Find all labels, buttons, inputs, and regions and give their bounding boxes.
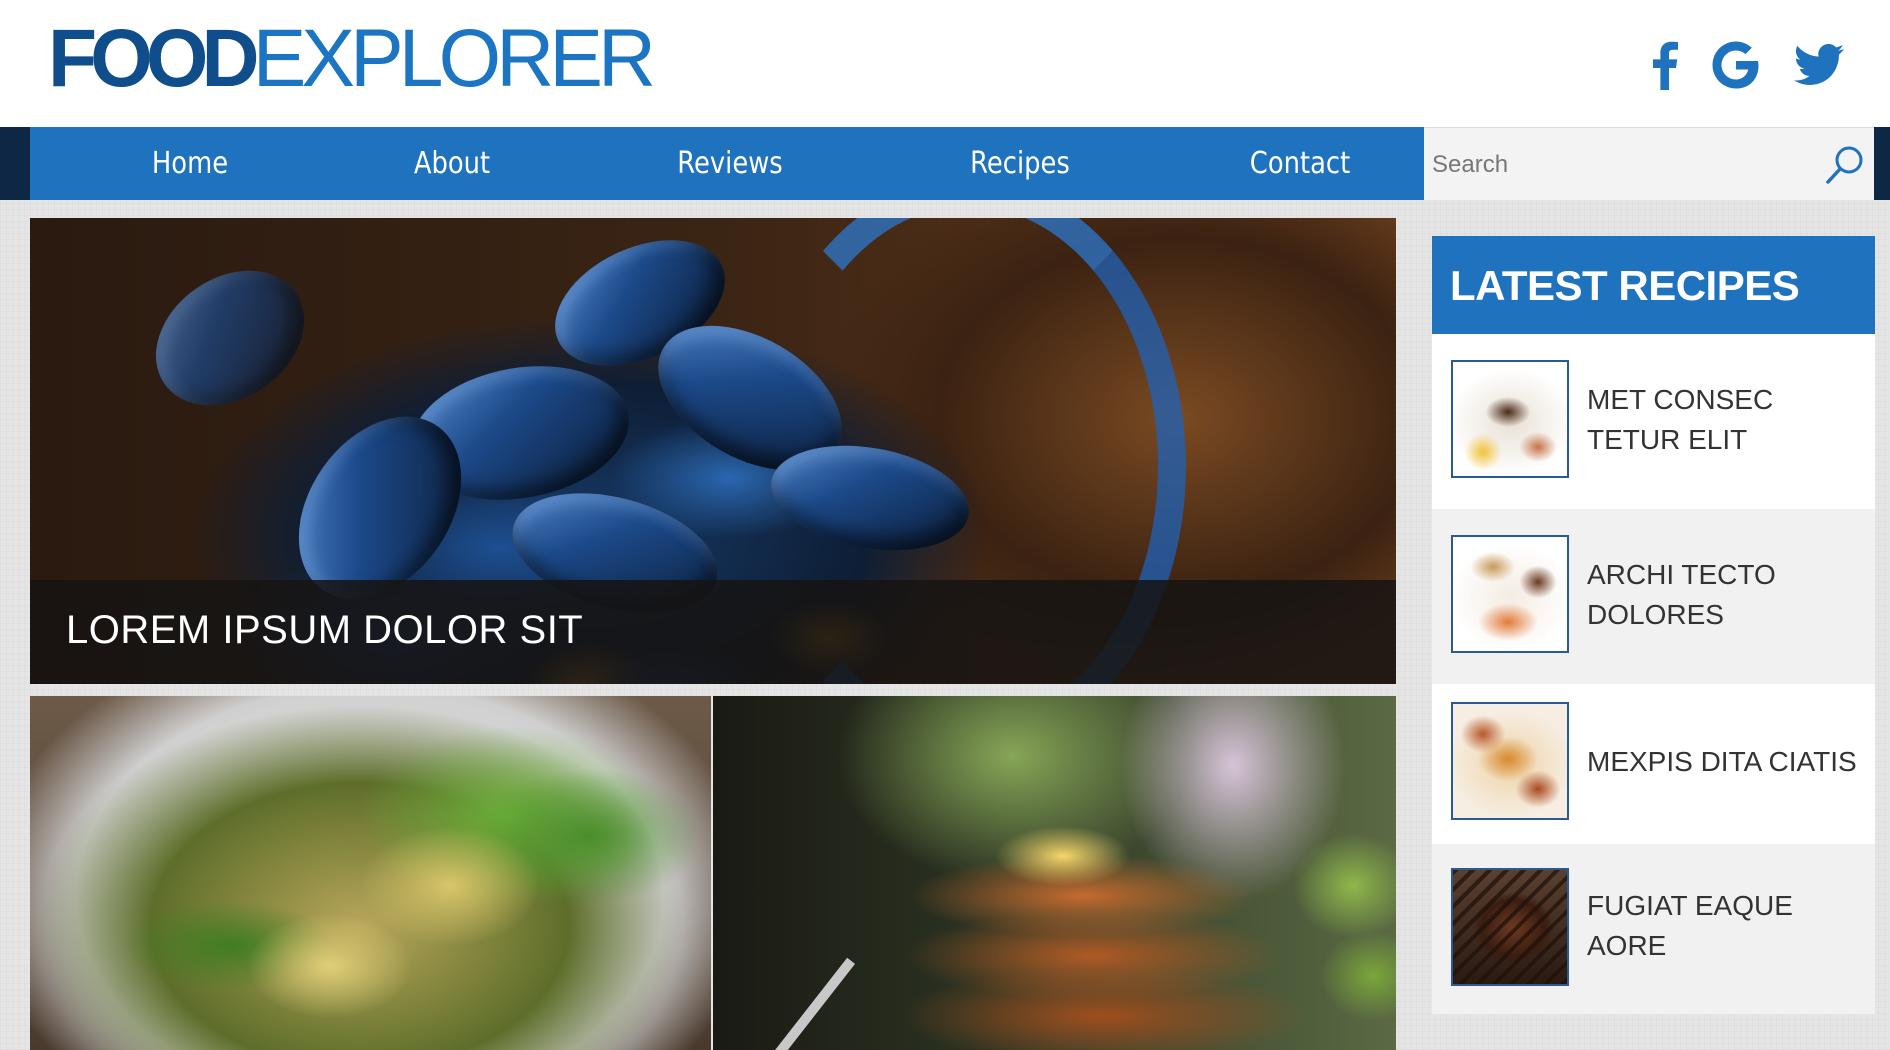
nav-bar: Home About Reviews Recipes Contact (30, 127, 1424, 200)
nav-item-about[interactable]: About (366, 127, 538, 200)
sidebar-header: LATEST RECIPES (1432, 236, 1875, 334)
recipe-item[interactable]: ARCHI TECTO DOLORES (1432, 509, 1875, 684)
nav-item-reviews[interactable]: Reviews (644, 127, 816, 200)
hero-image[interactable]: LOREM IPSUM DOLOR SIT (30, 218, 1396, 684)
recipe-thumbnail (1451, 702, 1569, 820)
site-header: FOODEXPLORER (0, 0, 1890, 127)
pancake-image[interactable] (713, 696, 1396, 1050)
recipe-thumbnail (1451, 535, 1569, 653)
recipe-title: ARCHI TECTO DOLORES (1587, 559, 1776, 630)
salad-image[interactable] (30, 696, 711, 1050)
recipe-thumbnail (1451, 360, 1569, 478)
google-icon[interactable] (1705, 30, 1765, 100)
recipe-item[interactable]: MET CONSEC TETUR ELIT (1432, 334, 1875, 509)
main-nav: Home About Reviews Recipes Contact (0, 127, 1890, 200)
sidebar-title: LATEST RECIPES (1450, 262, 1800, 309)
search-input[interactable] (1430, 142, 1814, 188)
nav-item-contact[interactable]: Contact (1214, 127, 1386, 200)
twitter-icon[interactable] (1785, 30, 1853, 100)
hero-caption: LOREM IPSUM DOLOR SIT (30, 580, 1396, 684)
recipe-title: MEXPIS DITA CIATIS (1587, 746, 1857, 777)
logo-bold-text: FOOD (48, 13, 260, 104)
hero-mussel-shape (130, 242, 330, 434)
recipe-title: FUGIAT EAQUE AORE (1587, 890, 1793, 961)
search-box (1424, 127, 1874, 200)
recipe-title: MET CONSEC TETUR ELIT (1587, 384, 1774, 455)
recipe-item[interactable]: MEXPIS DITA CIATIS (1432, 684, 1875, 844)
site-logo[interactable]: FOODEXPLORER (48, 13, 656, 104)
nav-item-recipes[interactable]: Recipes (934, 127, 1106, 200)
latest-recipes-sidebar: LATEST RECIPES MET CONSEC TETUR ELIT ARC… (1432, 236, 1875, 1014)
fork-shape (760, 957, 856, 1050)
facebook-icon[interactable] (1640, 30, 1690, 100)
hero-caption-text: LOREM IPSUM DOLOR SIT (66, 608, 584, 652)
nav-item-home[interactable]: Home (104, 127, 276, 200)
search-icon[interactable] (1824, 144, 1866, 186)
recipe-item[interactable]: FUGIAT EAQUE AORE (1432, 844, 1875, 1014)
logo-light-text: EXPLORER (252, 13, 656, 104)
recipe-thumbnail (1451, 868, 1569, 986)
